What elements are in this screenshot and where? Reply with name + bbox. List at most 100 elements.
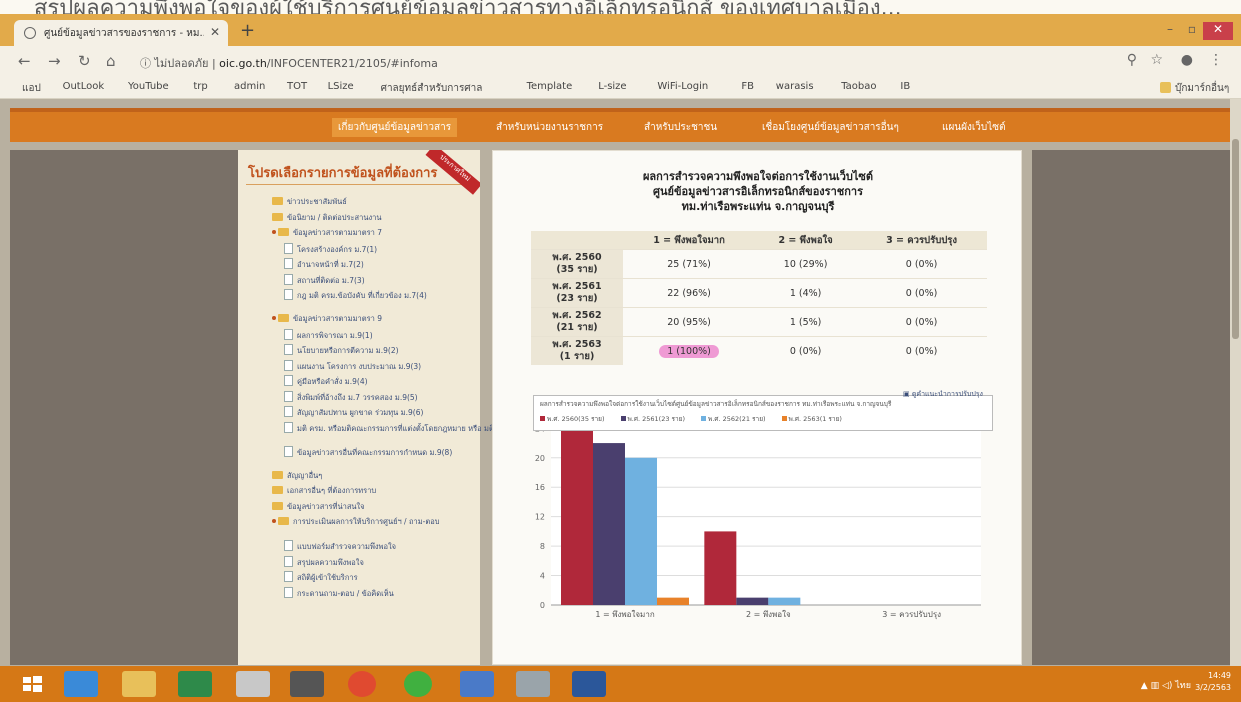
bookmark-item[interactable]: Taobao bbox=[841, 81, 876, 92]
legend-item[interactable]: พ.ศ. 2563(1 ราย) bbox=[781, 415, 850, 423]
bar[interactable] bbox=[561, 421, 593, 605]
tree-item[interactable]: นโยบายหรือการตีความ ม.9(2) bbox=[284, 344, 399, 357]
tree-item[interactable]: กฎ มติ ครม.ข้อบังคับ ที่เกี่ยวข้อง ม.7(4… bbox=[284, 289, 427, 302]
site-menu-item[interactable]: แผนผังเว็บไซต์ bbox=[942, 120, 1006, 135]
app2-icon[interactable] bbox=[460, 671, 494, 697]
line-icon[interactable] bbox=[404, 671, 432, 697]
bar[interactable] bbox=[704, 531, 737, 605]
tree-item[interactable]: เอกสารอื่นๆ ที่ต้องการทราบ bbox=[272, 485, 376, 497]
minimize-button[interactable]: – bbox=[1159, 22, 1181, 40]
tree-item[interactable]: การประเมินผลการให้บริการศูนย์ฯ / ถาม-ตอบ bbox=[272, 516, 440, 528]
bookmark-item[interactable]: WiFi-Login bbox=[657, 81, 708, 92]
star-icon[interactable]: ☆ bbox=[1150, 52, 1163, 68]
bar[interactable] bbox=[593, 443, 625, 605]
bookmark-item[interactable]: Template bbox=[527, 81, 573, 92]
volume-icon[interactable]: ◁) bbox=[1162, 681, 1175, 691]
zoom-icon[interactable]: ⚲ bbox=[1127, 52, 1137, 68]
value-cell: 10 (29%) bbox=[755, 249, 857, 279]
bookmark-item[interactable]: OutLook bbox=[63, 81, 105, 92]
cloud-icon[interactable] bbox=[236, 671, 270, 697]
tree-item-label: ข้อมูลข่าวสารตามมาตรา 9 bbox=[293, 314, 382, 323]
bookmark-item[interactable]: IB bbox=[900, 81, 910, 92]
tree-item[interactable]: แบบฟอร์มสำรวจความพึงพอใจ bbox=[284, 540, 396, 553]
tree-item[interactable]: ข้อมูลข่าวสารตามมาตรา 9 bbox=[272, 313, 382, 325]
bar[interactable] bbox=[657, 597, 689, 605]
legend-swatch bbox=[701, 416, 707, 421]
tree-item[interactable]: สิ่งพิมพ์ที่อ้างถึง ม.7 วรรคสอง ม.9(5) bbox=[284, 390, 418, 404]
improve-link[interactable]: ▣ ดูคำแนะนำการปรับปรุง bbox=[903, 389, 983, 400]
reload-icon[interactable]: ↻ bbox=[78, 52, 91, 70]
back-icon[interactable]: ← bbox=[18, 52, 31, 70]
bar[interactable] bbox=[768, 597, 801, 605]
bookmark-item[interactable]: FB bbox=[741, 81, 754, 92]
bookmark-item[interactable]: admin bbox=[234, 81, 265, 92]
home-icon[interactable]: ⌂ bbox=[106, 52, 116, 70]
legend-item[interactable]: พ.ศ. 2562(21 ราย) bbox=[701, 415, 774, 423]
site-menu-item[interactable]: สำหรับประชาชน bbox=[644, 120, 717, 135]
network-icon[interactable]: ▥ bbox=[1151, 681, 1162, 691]
start-button[interactable] bbox=[18, 671, 48, 697]
profile-icon[interactable]: ● bbox=[1181, 52, 1193, 68]
close-tab-icon[interactable]: ✕ bbox=[210, 25, 220, 39]
clock[interactable]: 14:49 3/2/2563 bbox=[1195, 670, 1231, 694]
calculator-icon[interactable] bbox=[516, 671, 550, 697]
bookmark-item[interactable]: ศาลยุทธ์สำหรับการศาล bbox=[381, 81, 483, 96]
bookmark-item[interactable]: TOT bbox=[287, 81, 307, 92]
ie-icon[interactable] bbox=[64, 671, 98, 697]
close-window-button[interactable]: ✕ bbox=[1203, 22, 1233, 40]
tree-item[interactable]: ผลการพิจารณา ม.9(1) bbox=[284, 328, 373, 342]
browser-tab[interactable]: ศูนย์ข้อมูลข่าวสารของราชการ - หม... ✕ bbox=[14, 20, 228, 46]
scrollbar-thumb[interactable] bbox=[1232, 139, 1239, 339]
bar[interactable] bbox=[625, 457, 657, 605]
tree-item[interactable]: สัญญาอื่นๆ bbox=[272, 470, 322, 482]
menu-icon[interactable]: ⋮ bbox=[1209, 52, 1223, 68]
tree-item[interactable]: ข้อนิยาม / ติดต่อประสานงาน bbox=[272, 212, 381, 224]
bar[interactable] bbox=[736, 597, 769, 605]
tree-item[interactable]: แผนงาน โครงการ งบประมาณ ม.9(3) bbox=[284, 359, 421, 373]
caption-overlay: สรุปผลความพึงพอใจของผู้ใช้บริการศูนย์ข้อ… bbox=[0, 0, 1241, 14]
other-bookmarks[interactable]: บุ๊กมาร์กอื่นๆ bbox=[1160, 81, 1229, 96]
word-icon[interactable] bbox=[572, 671, 606, 697]
app-icon[interactable] bbox=[290, 671, 324, 697]
forward-icon[interactable]: → bbox=[48, 52, 61, 70]
value-cell: 0 (0%) bbox=[856, 336, 987, 365]
page-scrollbar[interactable] bbox=[1230, 99, 1241, 666]
tree-item[interactable]: สรุปผลความพึงพอใจ bbox=[284, 555, 364, 569]
tree-item[interactable]: อำนาจหน้าที่ ม.7(2) bbox=[284, 258, 364, 271]
value-cell: 0 (0%) bbox=[856, 307, 987, 337]
new-tab-button[interactable]: + bbox=[240, 20, 255, 41]
language-indicator[interactable]: ไทย bbox=[1175, 681, 1191, 691]
bookmark-item[interactable]: L-size bbox=[598, 81, 626, 92]
url-field[interactable]: ⓘ ไม่ปลอดภัย | oic.go.th/INFOCENTER21/21… bbox=[140, 54, 438, 72]
tree-item[interactable]: กระดานถาม-ตอบ / ข้อคิดเห็น bbox=[284, 586, 394, 600]
bookmark-item[interactable]: LSize bbox=[328, 81, 354, 92]
y-tick-label: 4 bbox=[540, 572, 545, 581]
bookmark-item[interactable]: warasis bbox=[776, 81, 814, 92]
bookmark-item[interactable]: YouTube bbox=[128, 81, 169, 92]
document-icon bbox=[284, 390, 293, 402]
site-menu-item[interactable]: สำหรับหน่วยงานราชการ bbox=[496, 120, 603, 135]
cell-value: 1 (5%) bbox=[789, 316, 822, 328]
site-menu-item[interactable]: เกี่ยวกับศูนย์ข้อมูลข่าวสาร bbox=[332, 118, 458, 137]
site-menu-item[interactable]: เชื่อมโยงศูนย์ข้อมูลข่าวสารอื่นๆ bbox=[762, 120, 899, 135]
maximize-button[interactable]: ▫ bbox=[1181, 22, 1203, 40]
legend-item[interactable]: พ.ศ. 2561(23 ราย) bbox=[620, 415, 694, 423]
tree-item[interactable]: ข้อมูลข่าวสารที่น่าสนใจ bbox=[272, 501, 365, 513]
tree-item[interactable]: คู่มือหรือคำสั่ง ม.9(4) bbox=[284, 375, 368, 388]
tray-arrow-icon[interactable]: ▲ bbox=[1141, 681, 1151, 691]
tree-item[interactable]: ข่าวประชาสัมพันธ์ bbox=[272, 196, 347, 208]
tree-item[interactable]: สถานที่ติดต่อ ม.7(3) bbox=[284, 273, 365, 287]
bookmark-item[interactable]: trp bbox=[193, 81, 207, 92]
tree-item[interactable]: โครงสร้างองค์กร ม.7(1) bbox=[284, 242, 377, 256]
tree-item-label: คู่มือหรือคำสั่ง ม.9(4) bbox=[297, 377, 368, 386]
tree-item[interactable]: ข้อมูลข่าวสารตามมาตรา 7 bbox=[272, 227, 382, 239]
tree-item[interactable]: สถิติผู้เข้าใช้บริการ bbox=[284, 571, 358, 584]
legend-item[interactable]: พ.ศ. 2560(35 ราย) bbox=[540, 415, 613, 423]
store-icon[interactable] bbox=[178, 671, 212, 697]
tree-item[interactable]: สัญญาสัมปทาน ผูกขาด ร่วมทุน ม.9(6) bbox=[284, 406, 423, 419]
file-explorer-icon[interactable] bbox=[122, 671, 156, 697]
chrome-icon[interactable] bbox=[348, 671, 376, 697]
bookmark-item[interactable]: แอป bbox=[22, 81, 41, 96]
tree-item[interactable]: ข้อมูลข่าวสารอื่นที่คณะกรรมการกำหนด ม.9(… bbox=[284, 445, 452, 459]
document-icon bbox=[284, 555, 293, 567]
